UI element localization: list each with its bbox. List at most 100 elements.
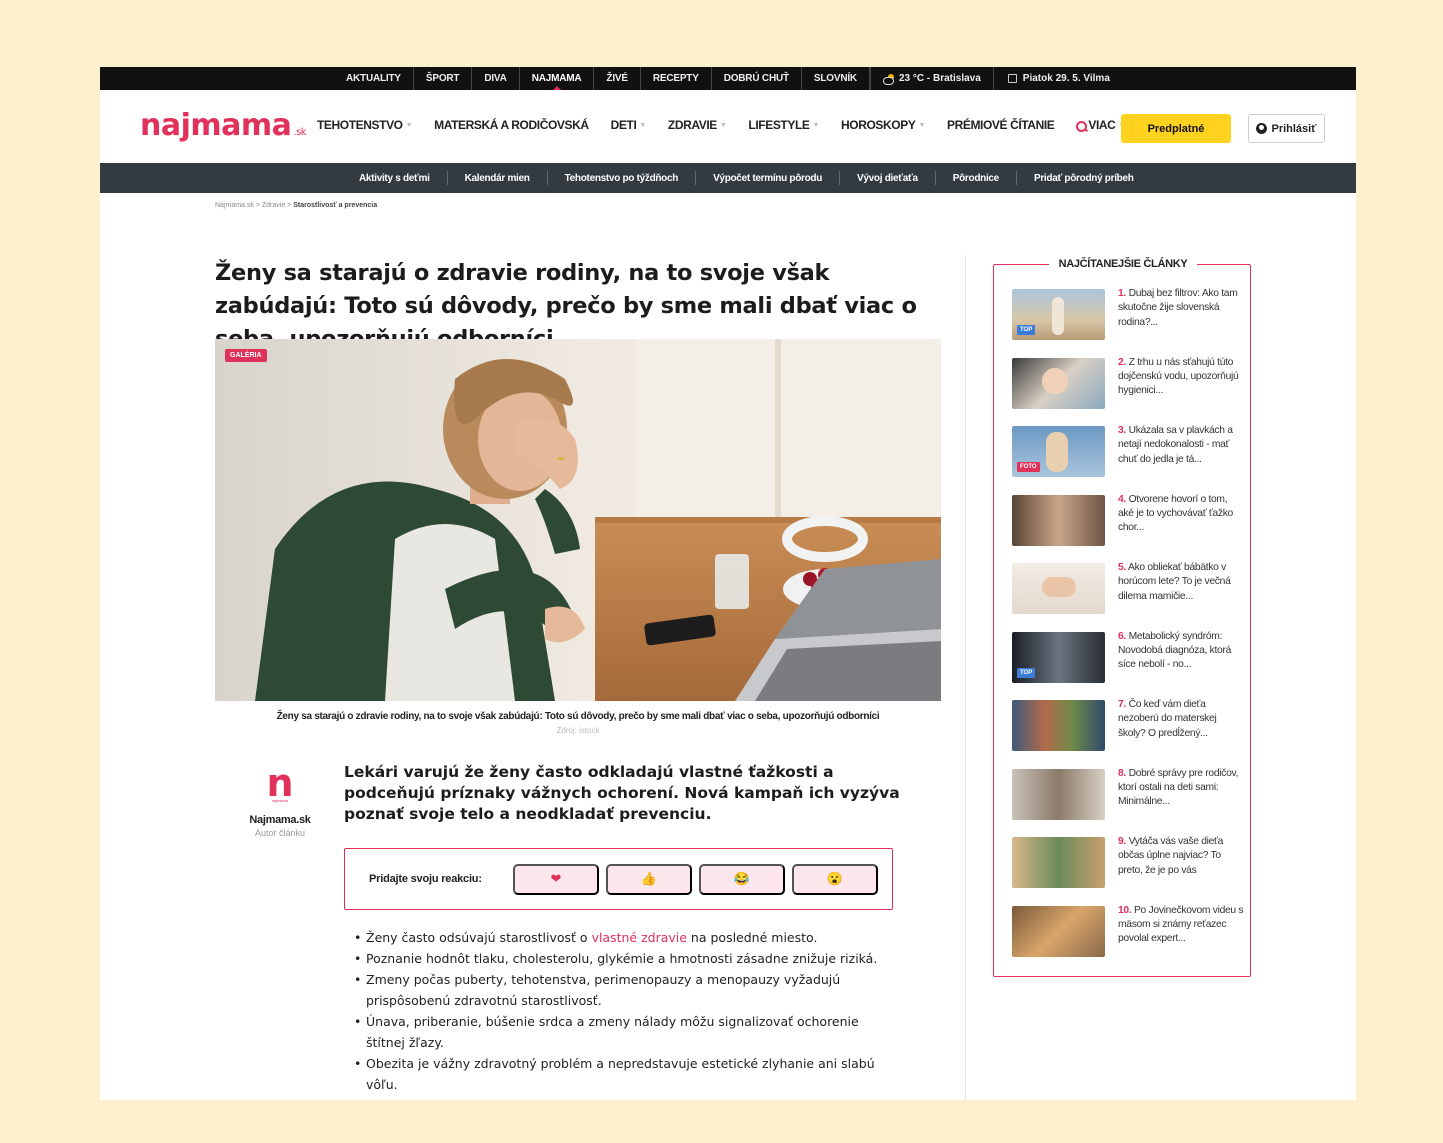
breadcrumb-current: Starostlivosť a prevencia — [293, 202, 378, 209]
subnav-item-tehotenstvo[interactable]: Tehotenstvo po týždňoch — [548, 171, 697, 185]
hero-image[interactable]: GALÉRIA — [215, 339, 941, 701]
login-button[interactable]: Prihlásiť — [1248, 114, 1325, 143]
hero-photo-illustration — [215, 339, 941, 701]
main-nav: TEHOTENSTVO ▼ MATERSKÁ A RODIČOVSKÁ DETI ▼… — [317, 118, 1147, 132]
rank-number: 4. — [1118, 493, 1126, 505]
topbar-link-aktuality[interactable]: AKTUALITY — [334, 67, 414, 90]
reactions-box: Pridajte svoju reakciu: ❤ 👍 😂 😮 — [344, 848, 893, 910]
page: AKTUALITY ŠPORT DIVA NAJMAMA ŽIVÉ RECEPT… — [100, 67, 1356, 1100]
article-headline: Čo keď vám dieťa nezoberú do materskej š… — [1118, 699, 1217, 739]
breadcrumb-link-home[interactable]: Najmama.sk — [215, 202, 254, 209]
most-read-item[interactable]: 4. Otvorene hovorí o tom, aké je to vych… — [1012, 493, 1244, 564]
thumbnail-image — [1012, 700, 1105, 751]
chevron-down-icon: ▼ — [639, 121, 646, 129]
weather-widget[interactable]: 23 °C - Bratislava — [869, 67, 994, 90]
list-item: Zmeny počas puberty, tehotenstva, perime… — [354, 969, 894, 1011]
most-read-item[interactable]: FOTO 3. Ukázala sa v plavkách a netají n… — [1012, 425, 1244, 495]
login-label: Prihlásiť — [1271, 122, 1317, 135]
topbar-link-sport[interactable]: ŠPORT — [414, 67, 473, 90]
subnav-item-porodnice[interactable]: Pôrodnice — [936, 171, 1017, 185]
thumbnail-image — [1012, 563, 1105, 614]
most-read-item[interactable]: TOP 1. Dubaj bez filtrov: Ako tam skutoč… — [1012, 288, 1244, 358]
subnav-item-kalendar[interactable]: Kalendár mien — [448, 171, 548, 185]
rank-number: 6. — [1118, 630, 1126, 642]
nav-item-label: DETI — [610, 118, 637, 132]
reaction-heart-button[interactable]: ❤ — [513, 863, 599, 895]
list-item: Ženy často odsúvajú starostlivosť o vlas… — [354, 927, 894, 948]
list-item: Únava, priberanie, búšenie srdca a zmeny… — [354, 1011, 894, 1053]
nav-item-horoskopy[interactable]: HOROSKOPY ▼ — [841, 118, 925, 132]
article-lead: Lekári varujú že ženy často odkladajú vl… — [344, 763, 900, 823]
site-header: najmama .sk TEHOTENSTVO ▼ MATERSKÁ A RODIČ… — [100, 90, 1356, 163]
thumbnail-image: TOP — [1012, 289, 1105, 340]
nav-item-label: ZDRAVIE — [667, 118, 717, 132]
top-tag: TOP — [1017, 325, 1036, 335]
nav-item-premiove[interactable]: PRÉMIOVÉ ČÍTANIE — [947, 118, 1055, 132]
image-source: Zdroj: istock — [556, 726, 600, 735]
subnav-item-aktivity[interactable]: Aktivity s deťmi — [342, 171, 448, 185]
author-role: Autor článku — [254, 828, 306, 838]
nav-item-tehotenstvo[interactable]: TEHOTENSTVO ▼ — [317, 118, 413, 132]
sidebar-title: NAJČÍTANEJŠIE ČLÁNKY — [1048, 258, 1198, 270]
heart-icon: ❤ — [550, 871, 562, 886]
topbar-link-recepty[interactable]: RECEPTY — [641, 67, 712, 90]
top-tag: TOP — [1017, 667, 1036, 678]
subnav-item-vypocet[interactable]: Výpočet termínu pôrodu — [696, 171, 841, 185]
breadcrumb: Najmama.sk > Zdravie > Starostlivosť a p… — [215, 202, 378, 209]
reaction-thumbs-up-button[interactable]: 👍 — [606, 863, 692, 895]
article-headline: Dobré správy pre rodičov, ktorí ostali n… — [1118, 767, 1239, 808]
article-headline: Po Jovinečkovom videu s mäsom si známy r… — [1118, 904, 1244, 945]
rank-number: 8. — [1118, 767, 1126, 779]
nav-item-label: TEHOTENSTVO — [317, 118, 403, 132]
most-read-item[interactable]: 8. Dobré správy pre rodičov, ktorí ostal… — [1012, 767, 1244, 838]
most-read-item[interactable]: 5. Ako obliekať bábätko v horúcom lete? … — [1012, 562, 1244, 632]
most-read-item[interactable]: 10. Po Jovinečkovom videu s mäsom si zná… — [1012, 904, 1244, 975]
topbar-link-diva[interactable]: DIVA — [472, 67, 520, 90]
chevron-down-icon: ▼ — [918, 121, 925, 129]
subnav-item-vyvoj[interactable]: Vývoj dieťaťa — [840, 171, 936, 185]
nav-item-zdravie[interactable]: ZDRAVIE ▼ — [668, 118, 727, 132]
reaction-wow-button[interactable]: 😮 — [792, 863, 878, 895]
gallery-badge: GALÉRIA — [225, 349, 267, 362]
article-headline: Z trhu u nás sťahujú túto dojčenskú vodu… — [1118, 356, 1239, 397]
author-avatar: n — [266, 761, 294, 805]
article-headline: Vytáča vás vaše dieťa občas úplne najvia… — [1118, 836, 1224, 876]
search-icon[interactable] — [1074, 119, 1088, 133]
reaction-laugh-button[interactable]: 😂 — [699, 863, 785, 895]
author-block[interactable]: n najmama Najmama.sk Autor článku — [240, 764, 320, 838]
thumbnail-image — [1012, 494, 1105, 546]
most-read-list: TOP 1. Dubaj bez filtrov: Ako tam skutoč… — [1012, 288, 1244, 975]
thumbnail-image: TOP — [1012, 631, 1105, 683]
wow-icon: 😮 — [826, 871, 844, 886]
topbar-link-najmama[interactable]: NAJMAMA — [520, 67, 595, 90]
topbar-link-dobru-chut[interactable]: DOBRÚ CHUŤ — [712, 67, 802, 90]
most-read-item[interactable]: TOP 6. Metabolický syndróm: Novodobá dia… — [1012, 630, 1244, 701]
nav-item-label: MATERSKÁ A RODIČOVSKÁ — [434, 118, 589, 132]
nav-item-materska[interactable]: MATERSKÁ A RODIČOVSKÁ — [434, 118, 589, 132]
site-logo[interactable]: najmama .sk — [140, 108, 307, 143]
rank-number: 5. — [1118, 562, 1126, 573]
nav-item-viac[interactable]: VIAC▼ — [1088, 118, 1125, 132]
column-divider — [965, 255, 966, 1100]
most-read-item[interactable]: 2. Z trhu u nás sťahujú túto dojčenskú v… — [1012, 356, 1244, 427]
breadcrumb-link-zdravie[interactable]: Zdravie — [262, 202, 285, 209]
subnav-item-pribeh[interactable]: Pridať pôrodný príbeh — [1017, 171, 1151, 185]
calendar-icon — [1007, 74, 1017, 83]
article-headline: Metabolický syndróm: Novodobá diagnóza, … — [1118, 630, 1232, 671]
inline-link-vlastne-zdravie[interactable]: vlastné zdravie — [592, 930, 687, 945]
list-item: Obezita je vážny zdravotný problém a nep… — [354, 1053, 894, 1095]
top-bar: AKTUALITY ŠPORT DIVA NAJMAMA ŽIVÉ RECEPT… — [100, 67, 1356, 90]
bullet-text: na posledné miesto. — [686, 930, 818, 945]
topbar-link-slovnik[interactable]: SLOVNÍK — [802, 67, 870, 90]
thumbnail-image — [1012, 768, 1105, 820]
laugh-icon: 😂 — [733, 871, 751, 886]
article-bullet-list: Ženy často odsúvajú starostlivosť o vlas… — [354, 927, 894, 1095]
subscribe-button[interactable]: Predplatné — [1121, 114, 1231, 143]
most-read-item[interactable]: 9. Vytáča vás vaše dieťa občas úplne naj… — [1012, 836, 1244, 906]
nav-item-deti[interactable]: DETI ▼ — [610, 118, 647, 132]
image-caption: Ženy sa starajú o zdravie rodiny, na to … — [276, 711, 880, 722]
article-headline: Dubaj bez filtrov: Ako tam skutočne žije… — [1118, 288, 1238, 328]
nav-item-lifestyle[interactable]: LIFESTYLE ▼ — [748, 118, 819, 132]
most-read-item[interactable]: 7. Čo keď vám dieťa nezoberú do materske… — [1012, 699, 1244, 769]
topbar-link-zive[interactable]: ŽIVÉ — [594, 67, 641, 90]
